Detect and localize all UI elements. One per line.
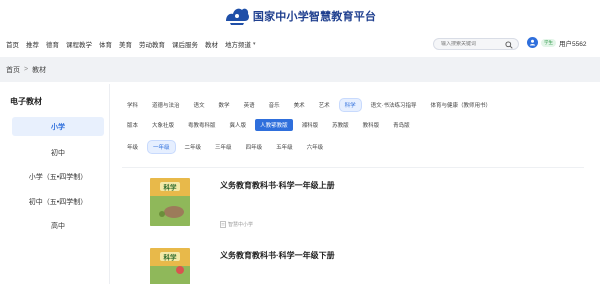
user-icon: [529, 39, 536, 46]
version-option[interactable]: 青岛版: [388, 119, 415, 131]
book-item[interactable]: 科学 义务教育教科书·科学一年级上册 智慧中小学: [150, 178, 335, 228]
search-input[interactable]: [441, 41, 505, 47]
site-logo[interactable]: 国家中小学智慧教育平台: [224, 5, 376, 27]
version-option[interactable]: 教科版: [358, 119, 385, 131]
sidebar-item-junior[interactable]: 初中: [12, 143, 104, 162]
version-option-selected[interactable]: 人教鄂教版: [255, 119, 293, 131]
nav-item-courses[interactable]: 课程教学: [66, 39, 92, 49]
cover-text: 科学: [164, 183, 178, 192]
book-title[interactable]: 义务教育教科书·科学一年级下册: [220, 250, 335, 261]
subject-filter-label: 学科: [127, 103, 139, 109]
nav-item-labor[interactable]: 劳动教育: [139, 39, 165, 49]
breadcrumb-separator: >: [24, 66, 29, 73]
sidebar-item-junior-54[interactable]: 初中（五•四学制）: [12, 192, 104, 211]
subject-option-selected[interactable]: 科学: [338, 98, 362, 112]
version-option[interactable]: 粤教粤科版: [183, 119, 221, 131]
role-badge: 学生: [541, 38, 556, 47]
subject-option[interactable]: 美术: [289, 99, 310, 111]
breadcrumb-home[interactable]: 首页: [6, 65, 20, 75]
book-source: 智慧中小学: [220, 221, 253, 228]
version-option[interactable]: 湘科版: [297, 119, 324, 131]
book-item[interactable]: 科学 义务教育教科书·科学一年级下册: [150, 248, 335, 284]
version-option[interactable]: 苏教版: [327, 119, 354, 131]
subject-option[interactable]: 艺术: [314, 99, 335, 111]
grade-option[interactable]: 三年级: [210, 141, 237, 153]
version-filter-row: 版本 大象社版 粤教粤科版 冀人版 人教鄂教版 湘科版 苏教版 教科版 青岛版: [122, 119, 419, 131]
username[interactable]: 用户5562: [559, 38, 586, 48]
sidebar-item-primary-54[interactable]: 小学（五•四学制）: [12, 167, 104, 186]
sidebar-title: 电子教材: [10, 97, 42, 106]
logo-mark-icon: [225, 8, 249, 25]
nav-item-textbooks[interactable]: 教材: [205, 39, 218, 49]
nav-item-sports[interactable]: 体育: [99, 39, 112, 49]
sidebar-item-senior[interactable]: 高中: [12, 216, 104, 235]
grade-option[interactable]: 四年级: [241, 141, 268, 153]
subject-option[interactable]: 体育与健康（教师用书）: [425, 99, 496, 111]
nav-item-home[interactable]: 首页: [6, 39, 19, 49]
cover-text: 科学: [164, 253, 178, 262]
chevron-down-icon: ▾: [253, 41, 256, 47]
subject-option[interactable]: 道德与法治: [147, 99, 185, 111]
sidebar-item-primary[interactable]: 小学: [12, 117, 104, 136]
document-icon: [220, 221, 226, 228]
grade-filter-label: 年级: [127, 145, 139, 151]
book-cover-image[interactable]: 科学: [150, 248, 190, 284]
nav-item-arts[interactable]: 美育: [119, 39, 132, 49]
user-menu[interactable]: 学生 用户5562: [527, 37, 586, 48]
breadcrumb-current: 教材: [32, 66, 47, 74]
site-header: 国家中小学智慧教育平台: [0, 0, 600, 32]
nav-item-moral[interactable]: 德育: [46, 39, 59, 49]
grade-option[interactable]: 二年级: [180, 141, 207, 153]
book-source-label: 智慧中小学: [228, 222, 254, 228]
filter-area: 学科 道德与法治 语文 数学 英语 音乐 美术 艺术 科学 语文·书法练习指导 …: [110, 84, 592, 164]
book-cover-image[interactable]: 科学: [150, 178, 190, 226]
subject-option[interactable]: 语文: [189, 99, 210, 111]
main-nav: 首页 推荐 德育 课程教学 体育 美育 劳动教育 课后服务 教材 地方频道 ▾ …: [0, 32, 600, 56]
nav-item-local-channel-label: 地方频道: [225, 42, 251, 49]
breadcrumb: 首页 > 教材: [0, 57, 600, 82]
book-title[interactable]: 义务教育教科书·科学一年级上册: [220, 180, 335, 191]
search-box[interactable]: [433, 38, 519, 50]
search-icon[interactable]: [505, 41, 513, 49]
version-filter-label: 版本: [127, 123, 139, 129]
grade-filter-row: 年级 一年级 二年级 三年级 四年级 五年级 六年级: [122, 140, 332, 154]
subject-filter-row: 学科 道德与法治 语文 数学 英语 音乐 美术 艺术 科学 语文·书法练习指导 …: [122, 98, 500, 112]
version-option[interactable]: 冀人版: [225, 119, 252, 131]
version-option[interactable]: 大象社版: [147, 119, 179, 131]
subject-option[interactable]: 语文·书法练习指导: [366, 99, 422, 111]
subject-option[interactable]: 数学: [214, 99, 235, 111]
nav-item-afterschool[interactable]: 课后服务: [172, 39, 198, 49]
nav-item-recommend[interactable]: 推荐: [26, 39, 39, 49]
avatar[interactable]: [527, 37, 538, 48]
site-title: 国家中小学智慧教育平台: [252, 10, 377, 23]
subject-option[interactable]: 音乐: [264, 99, 285, 111]
nav-item-local-channel[interactable]: 地方频道 ▾: [225, 39, 256, 49]
grade-option[interactable]: 六年级: [302, 141, 329, 153]
filter-divider: [122, 167, 584, 168]
subject-option[interactable]: 英语: [239, 99, 260, 111]
grade-option[interactable]: 五年级: [271, 141, 298, 153]
sidebar: 电子教材 小学 初中 小学（五•四学制） 初中（五•四学制） 高中: [0, 84, 110, 284]
grade-option-selected[interactable]: 一年级: [147, 140, 176, 154]
